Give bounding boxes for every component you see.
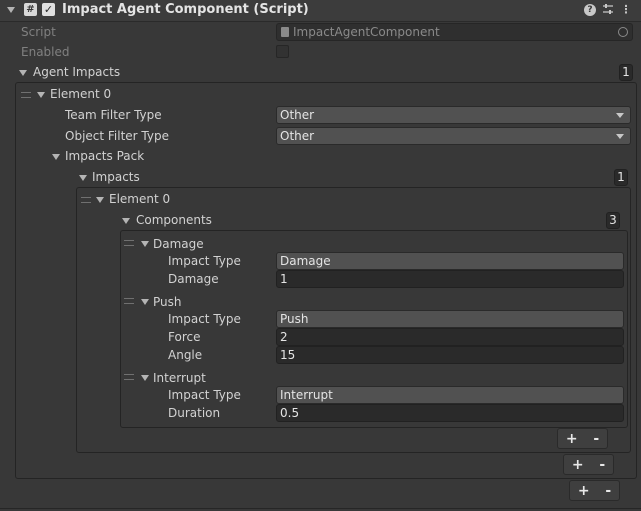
script-hash-icon: # [24,3,37,16]
impacts-caret[interactable] [79,175,87,181]
script-label: Script [21,25,56,39]
push-impact-type-value: Push [280,312,309,326]
enabled-checkbox[interactable] [276,45,289,58]
drag-handle[interactable] [81,197,91,203]
drag-handle[interactable] [124,298,134,304]
component-enabled-checkbox[interactable]: ✓ [42,3,55,16]
script-file-icon [281,27,289,37]
push-label: Push [153,295,182,309]
force-label: Force [168,330,201,344]
components-caret[interactable] [122,218,130,224]
drag-handle[interactable] [21,92,31,98]
damage-value-label: Damage [168,272,219,286]
drag-handle[interactable] [124,240,134,246]
team-filter-label: Team Filter Type [65,108,162,122]
force-field[interactable]: 2 [276,328,624,346]
damage-value-field[interactable]: 1 [276,270,624,288]
add-component-button[interactable]: + [566,431,578,447]
remove-impact-button[interactable]: - [599,457,605,473]
object-filter-label: Object Filter Type [65,129,169,143]
damage-impact-type-value: Damage [280,254,331,268]
push-impact-type-field[interactable]: Push [276,310,624,328]
preset-sliders-icon[interactable] [601,3,615,17]
remove-agent-impact-button[interactable]: - [605,483,611,499]
components-add-remove: + - [557,428,608,449]
impacts-pack-caret[interactable] [52,154,60,160]
impacts-count[interactable]: 1 [614,169,628,186]
help-icon[interactable]: ? [584,4,596,16]
agent-impacts-caret[interactable] [19,70,27,76]
add-impact-button[interactable]: + [572,457,584,473]
components-count[interactable]: 3 [606,212,620,229]
agent-impacts-label: Agent Impacts [33,65,121,79]
team-filter-dropdown[interactable]: Other [276,106,631,124]
interrupt-label: Interrupt [153,371,206,385]
bottom-divider [0,508,641,509]
interrupt-impact-type-field[interactable]: Interrupt [276,386,624,404]
push-caret[interactable] [141,299,149,305]
enabled-label: Enabled [21,45,70,59]
components-label: Components [136,213,212,227]
impacts-pack-label: Impacts Pack [65,149,145,163]
team-filter-value: Other [280,108,315,122]
object-filter-dropdown[interactable]: Other [276,127,631,145]
impacts-label: Impacts [92,170,140,184]
component-title: Impact Agent Component (Script) [62,2,309,17]
impacts-add-remove: + - [563,454,614,475]
drag-handle[interactable] [124,374,134,380]
damage-impact-type-label: Impact Type [168,254,241,268]
angle-label: Angle [168,348,203,362]
script-field-value: ImpactAgentComponent [293,25,440,39]
damage-impact-type-field[interactable]: Damage [276,252,624,270]
element0-label: Element 0 [50,87,112,101]
add-agent-impact-button[interactable]: + [578,483,590,499]
remove-component-button[interactable]: - [593,431,599,447]
push-impact-type-label: Impact Type [168,312,241,326]
agent-impacts-add-remove: + - [569,480,620,501]
angle-field[interactable]: 15 [276,346,624,364]
damage-label: Damage [153,237,204,251]
element0-caret[interactable] [37,92,45,98]
impacts-element0-label: Element 0 [109,192,171,206]
object-filter-value: Other [280,129,315,143]
agent-impacts-count[interactable]: 1 [619,64,633,81]
damage-caret[interactable] [141,241,149,247]
context-menu-icon[interactable]: ⋮ [619,3,633,17]
interrupt-impact-type-value: Interrupt [280,388,333,402]
interrupt-impact-type-label: Impact Type [168,388,241,402]
header-foldout-caret[interactable] [7,7,15,13]
interrupt-caret[interactable] [141,375,149,381]
duration-field[interactable]: 0.5 [276,404,624,422]
object-picker-icon[interactable] [618,27,628,37]
chevron-down-icon [616,113,624,118]
chevron-down-icon [616,134,624,139]
script-object-field[interactable]: ImpactAgentComponent [276,23,633,41]
duration-label: Duration [168,406,221,420]
impacts-element0-caret[interactable] [96,197,104,203]
